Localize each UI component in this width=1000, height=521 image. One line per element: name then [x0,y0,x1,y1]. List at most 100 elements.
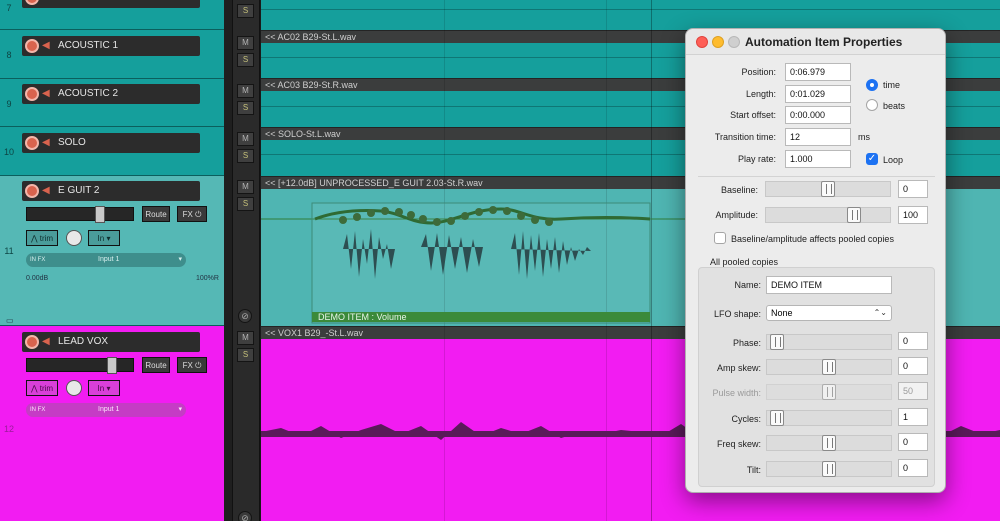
record-arm-button[interactable] [25,0,39,5]
track-name-field[interactable]: ◀ LEAD VOX [22,332,200,352]
track-name-field[interactable]: ◀ SOLO [22,133,200,153]
pooled-copies-checkbox[interactable] [714,232,726,244]
record-arm-button[interactable] [25,136,39,150]
close-button[interactable] [696,36,708,48]
slider-thumb[interactable] [770,334,784,350]
tilt-field[interactable]: 0 [898,459,928,477]
power-icon[interactable]: ⏻ [195,210,201,219]
solo-button[interactable]: S [237,53,254,67]
record-arm-button[interactable] [25,335,39,349]
trim-envelope-button[interactable]: ⋀ trim [26,230,58,246]
amplitude-field[interactable]: 100 [898,206,928,224]
track-8[interactable]: 8 ◀ ACOUSTIC 1 [0,30,224,79]
fader-knob[interactable] [95,206,105,223]
time-radio[interactable] [866,79,878,91]
volume-fader[interactable] [26,206,134,223]
volume-fader[interactable] [26,357,134,374]
slider-thumb[interactable] [822,435,836,451]
fader-knob[interactable] [107,357,117,374]
baseline-field[interactable]: 0 [898,180,928,198]
zoom-button[interactable] [728,36,740,48]
track-name: ACOUSTIC 1 [58,40,119,51]
speaker-icon[interactable]: ◀ [42,137,53,148]
slider-thumb[interactable] [822,359,836,375]
speaker-icon[interactable]: ◀ [42,88,53,99]
speaker-icon[interactable]: ◀ [42,40,53,51]
phase-slider[interactable] [766,334,892,350]
route-button[interactable]: Route [142,357,170,373]
beats-radio[interactable] [866,99,878,111]
input-monitor-button[interactable]: In ▾ [88,380,120,396]
cycles-slider[interactable] [766,410,892,426]
position-field[interactable]: 0:06.979 [785,63,851,81]
phase-invert-icon[interactable]: ⊘ [238,309,252,323]
pulse-width-field: 50 [898,382,928,400]
power-icon[interactable]: ⏻ [195,361,201,370]
slider-thumb[interactable] [822,461,836,477]
length-field[interactable]: 0:01.029 [785,85,851,103]
folder-icon[interactable]: ▭ [6,316,14,325]
speaker-icon[interactable]: ◀ [42,336,53,347]
tilt-slider[interactable] [766,461,892,477]
solo-button[interactable]: S [237,348,254,362]
mute-button[interactable]: M [237,132,254,146]
start-offset-field[interactable]: 0:00.000 [785,106,851,124]
cycles-field[interactable]: 1 [898,408,928,426]
trim-envelope-button[interactable]: ⋀ trim [26,380,58,396]
minimize-button[interactable] [712,36,724,48]
track-name-field[interactable] [22,0,200,8]
guitar-waveform: DEMO ITEM : Volume [261,202,685,324]
mute-button[interactable]: M [237,36,254,50]
loop-checkbox[interactable]: ✓ [866,153,878,165]
mute-button[interactable]: M [237,84,254,98]
dialog-titlebar[interactable]: Automation Item Properties [686,29,945,55]
track-name-field[interactable]: ◀ ACOUSTIC 1 [22,36,200,56]
solo-button[interactable]: S [237,197,254,211]
record-arm-button[interactable] [25,87,39,101]
amplitude-slider[interactable] [765,207,891,223]
solo-button[interactable]: S [237,101,254,115]
play-rate-field[interactable]: 1.000 [785,150,851,168]
track-7[interactable]: 7 [0,0,224,30]
solo-button[interactable]: S [237,4,254,18]
route-button[interactable]: Route [142,206,170,222]
slider-thumb[interactable] [821,181,835,197]
chevron-down-icon: ▾ [178,256,182,263]
mute-button[interactable]: M [237,331,254,345]
track-12[interactable]: 12 ◀ LEAD VOX Route FX ⏻ ⋀ trim In ▾ IN … [0,326,224,521]
phase-field[interactable]: 0 [898,332,928,350]
speaker-icon[interactable]: ◀ [42,185,53,196]
input-select[interactable]: IN FX Input 1 ▾ [26,253,186,267]
fx-button[interactable]: FX ⏻ [177,357,207,373]
baseline-slider[interactable] [765,181,891,197]
fx-button[interactable]: FX ⏻ [177,206,207,222]
record-arm-button[interactable] [25,39,39,53]
track-11[interactable]: 11 ◀ E GUIT 2 Route FX ⏻ ⋀ trim In ▾ IN … [0,176,224,326]
trim-label: trim [39,384,54,393]
amp-skew-field[interactable]: 0 [898,357,928,375]
track-name-field[interactable]: ◀ E GUIT 2 [22,181,200,201]
pan-dial[interactable] [66,230,82,246]
pan-dial[interactable] [66,380,82,396]
record-arm-button[interactable] [25,184,39,198]
track-name-field[interactable]: ◀ ACOUSTIC 2 [22,84,200,104]
position-label: Position: [741,67,776,77]
phase-invert-icon[interactable]: ⊘ [238,511,252,521]
freq-skew-slider[interactable] [766,435,892,451]
pooled-copies-group: Name: DEMO ITEM LFO shape: None ⌃⌄ Phase… [698,267,935,487]
freq-skew-field[interactable]: 0 [898,433,928,451]
slider-thumb[interactable] [847,207,861,223]
transition-time-field[interactable]: 12 [785,128,851,146]
name-field[interactable]: DEMO ITEM [766,276,892,294]
mute-button[interactable]: M [237,180,254,194]
track-9[interactable]: 9 ◀ ACOUSTIC 2 [0,79,224,127]
lfo-shape-select[interactable]: None ⌃⌄ [766,305,892,321]
slider-thumb[interactable] [770,410,784,426]
amp-skew-slider[interactable] [766,359,892,375]
input-select[interactable]: IN FX Input 1 ▾ [26,403,186,417]
lane-7[interactable] [261,0,1000,30]
input-monitor-button[interactable]: In ▾ [88,230,120,246]
solo-button[interactable]: S [237,149,254,163]
transition-time-label: Transition time: [714,132,776,142]
track-10[interactable]: 10 ◀ SOLO [0,127,224,176]
